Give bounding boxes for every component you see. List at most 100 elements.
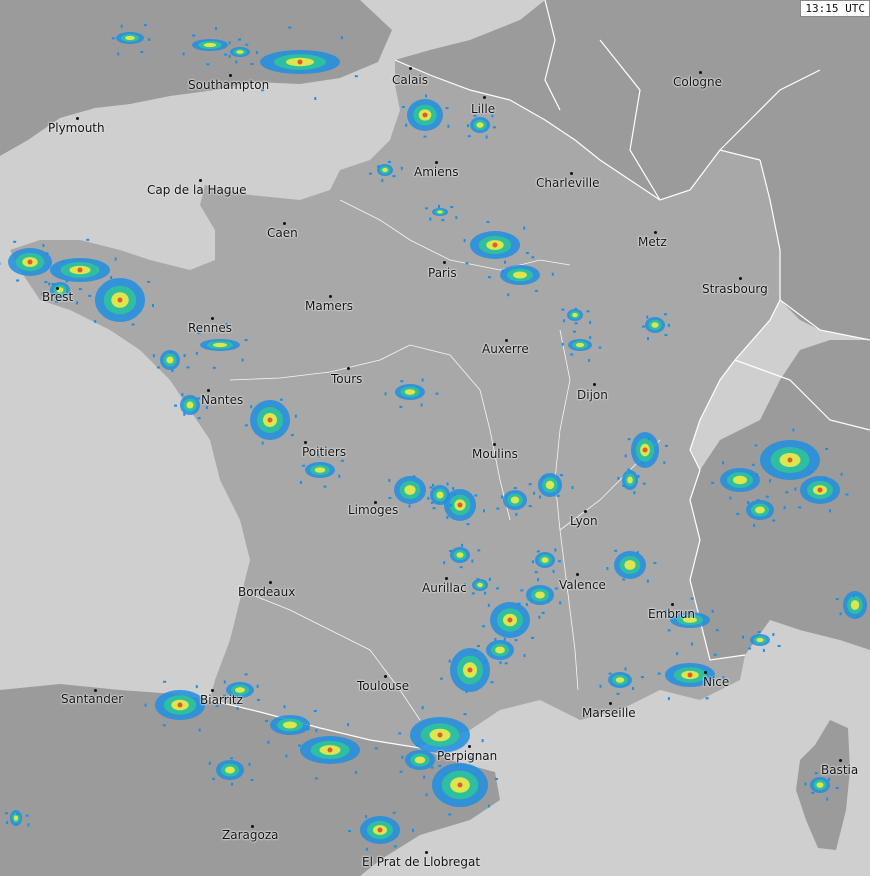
radar-speckle xyxy=(488,577,491,581)
radar-speckle xyxy=(647,437,650,441)
radar-speckle xyxy=(757,631,761,633)
radar-speckle xyxy=(616,692,620,695)
radar-speckle xyxy=(244,339,248,342)
radar-speckle xyxy=(298,744,301,747)
city-label-auxerre: Auxerre xyxy=(482,342,529,356)
radar-speckle xyxy=(208,761,211,765)
radar-cell xyxy=(405,750,435,770)
radar-speckle xyxy=(751,463,755,466)
radar-speckle xyxy=(504,662,508,665)
radar-speckle xyxy=(256,684,259,688)
radar-cell xyxy=(526,585,554,605)
radar-cell xyxy=(180,395,200,415)
city-marker-perpignan xyxy=(468,745,471,748)
radar-speckle xyxy=(365,815,368,819)
radar-speckle xyxy=(507,293,510,297)
radar-speckle xyxy=(490,681,494,684)
radar-speckle xyxy=(835,598,839,601)
radar-speckle xyxy=(642,482,646,485)
radar-speckle xyxy=(399,770,403,773)
radar-speckle xyxy=(504,260,506,264)
city-marker-nice xyxy=(704,671,707,674)
radar-speckle xyxy=(279,398,283,401)
radar-speckle xyxy=(551,272,554,276)
city-label-strasbourg: Strasbourg xyxy=(702,282,768,296)
radar-speckle xyxy=(742,635,744,639)
radar-speckle xyxy=(811,791,815,794)
radar-speckle xyxy=(624,667,627,671)
radar-speckle xyxy=(421,706,424,710)
radar-speckle xyxy=(487,804,490,808)
city-label-moulins: Moulins xyxy=(472,447,518,461)
radar-speckle xyxy=(487,603,490,607)
city-label-rennes: Rennes xyxy=(188,321,233,335)
radar-speckle xyxy=(641,462,645,465)
city-label-paris: Paris xyxy=(428,266,457,280)
radar-speckle xyxy=(48,282,51,286)
radar-speckle xyxy=(528,483,532,486)
radar-speckle xyxy=(482,625,485,628)
radar-speckle xyxy=(412,475,416,478)
radar-speckle xyxy=(400,166,403,170)
city-marker-moulins xyxy=(493,443,496,446)
radar-speckle xyxy=(348,830,351,832)
radar-cell xyxy=(260,50,340,74)
radar-cell xyxy=(395,384,425,400)
city-marker-lyon xyxy=(584,510,587,513)
radar-cell xyxy=(8,248,52,276)
radar-speckle xyxy=(523,226,526,230)
radar-speckle xyxy=(477,549,481,552)
radar-speckle xyxy=(374,747,378,750)
city-marker-southampton xyxy=(229,74,232,77)
city-label-embrun: Embrun xyxy=(648,607,696,621)
radar-speckle xyxy=(398,732,402,735)
radar-speckle xyxy=(148,38,151,41)
radar-speckle xyxy=(197,397,201,400)
radar-speckle xyxy=(195,685,198,689)
radar-speckle xyxy=(747,501,750,504)
city-marker-lille xyxy=(483,96,486,99)
radar-speckle xyxy=(393,845,397,848)
city-marker-cologne xyxy=(699,71,702,74)
radar-speckle xyxy=(302,464,306,467)
radar-speckle xyxy=(520,589,524,592)
radar-speckle xyxy=(224,53,228,56)
radar-speckle xyxy=(804,782,807,786)
city-marker-aurillac xyxy=(445,577,448,580)
radar-cell xyxy=(538,473,562,497)
radar-speckle xyxy=(192,34,196,37)
radar-speckle xyxy=(250,405,253,409)
radar-speckle xyxy=(215,26,217,30)
radar-cell xyxy=(155,690,205,720)
radar-speckle xyxy=(365,847,368,851)
city-label-cologne: Cologne xyxy=(673,75,723,89)
city-label-biarritz: Biarritz xyxy=(200,693,243,707)
radar-speckle xyxy=(481,739,484,743)
radar-speckle xyxy=(455,216,458,220)
radar-speckle xyxy=(664,334,668,337)
radar-speckle xyxy=(427,496,430,500)
radar-speckle xyxy=(388,497,392,499)
radar-speckle xyxy=(110,276,113,280)
radar-speckle xyxy=(415,744,419,747)
radar-speckle xyxy=(447,124,450,128)
radar-cell xyxy=(503,490,527,510)
radar-speckle xyxy=(384,392,387,396)
radar-cell xyxy=(377,164,393,176)
radar-speckle xyxy=(421,378,424,382)
radar-speckle xyxy=(494,637,497,641)
radar-cell xyxy=(450,547,470,563)
radar-speckle xyxy=(432,483,435,487)
radar-speckle xyxy=(538,615,541,619)
radar-speckle xyxy=(86,238,90,241)
radar-speckle xyxy=(467,135,471,138)
radar-speckle xyxy=(76,301,79,305)
radar-speckle xyxy=(244,673,248,676)
radar-speckle xyxy=(412,828,414,832)
radar-speckle xyxy=(313,710,317,712)
radar-speckle xyxy=(748,647,752,650)
radar-speckle xyxy=(463,713,467,716)
radar-speckle xyxy=(622,578,626,581)
radar-map[interactable]: Southampton Plymouth Calais Lille Cologne Ami… xyxy=(0,0,870,876)
radar-speckle xyxy=(664,444,668,447)
